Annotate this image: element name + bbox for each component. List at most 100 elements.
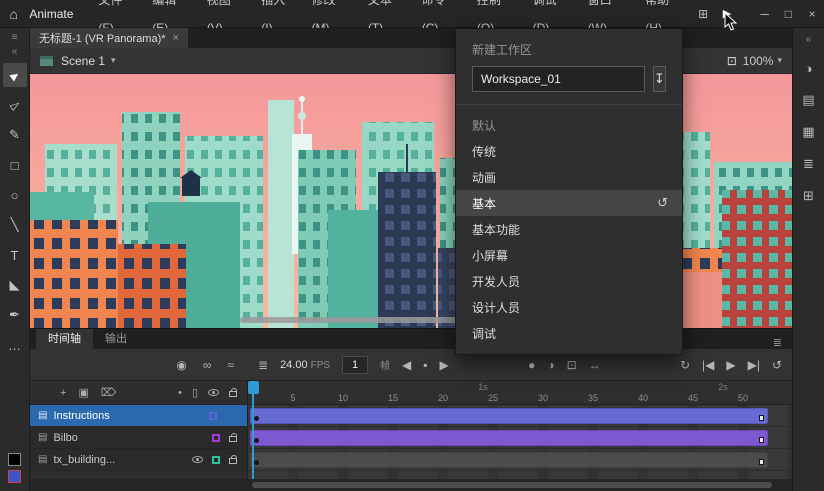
- components-panel-icon[interactable]: ⊞: [796, 183, 822, 209]
- frame-row-bilbo[interactable]: [248, 427, 792, 449]
- workspace-item-debug[interactable]: 调试: [456, 320, 682, 346]
- history-panel-icon[interactable]: ≣: [796, 151, 822, 177]
- workspace-layout-icon[interactable]: ⊞: [691, 0, 715, 28]
- onion-skin-outline-icon[interactable]: ◑: [547, 358, 554, 372]
- timeline-ruler[interactable]: 1s 2s 5 10 15 20 25 30 35 40 45 50: [248, 381, 792, 405]
- delete-layer-button[interactable]: ⌦: [101, 386, 117, 399]
- timeline-panel-menu-icon[interactable]: ≣: [763, 336, 792, 349]
- color-panel-icon[interactable]: ◑: [796, 55, 822, 81]
- zoom-select[interactable]: 100% ▾: [743, 54, 782, 68]
- minimize-button[interactable]: ─: [753, 0, 777, 28]
- layers-panel: + ▣ ⌦ • ▯ ▤ Instructions ▤ Bilbo ▤ tx_bu…: [30, 381, 248, 479]
- step-forward-button[interactable]: ▶: [440, 358, 449, 372]
- layer-type-icon: ▤: [38, 454, 48, 465]
- keyframe-icon: [254, 460, 259, 465]
- document-tab[interactable]: 无标题-1 (VR Panorama)* ×: [30, 28, 188, 48]
- scene-name[interactable]: Scene 1: [61, 54, 105, 68]
- reset-timeline-button[interactable]: ↺: [772, 358, 782, 372]
- brush-tool-icon: ✎: [9, 127, 20, 142]
- workspace-item-developer[interactable]: 开发人员: [456, 268, 682, 294]
- toolbar-collapse-icon[interactable]: «: [12, 46, 18, 60]
- selection-tool[interactable]: ►: [2, 63, 27, 87]
- frame-span[interactable]: [250, 430, 768, 446]
- pen-tool[interactable]: ✒: [3, 303, 27, 327]
- add-camera-icon[interactable]: ◉: [176, 358, 186, 372]
- layer-lock-icon[interactable]: [229, 455, 237, 464]
- tools-panel: ≡ « ► ▻ ✎ □ ○ ╲ T ◣ ✒ …: [0, 28, 30, 491]
- frames-grid[interactable]: [248, 405, 792, 479]
- workspace-item-classic[interactable]: 传统: [456, 138, 682, 164]
- timeline-horizontal-scrollbar[interactable]: [30, 479, 792, 491]
- go-to-first-frame-button[interactable]: |◀: [702, 358, 714, 372]
- camera-column-icon[interactable]: ▯: [192, 386, 198, 399]
- current-frame-field[interactable]: 1: [342, 355, 369, 374]
- align-panel-icon[interactable]: ▤: [796, 87, 822, 113]
- layer-row-bilbo[interactable]: ▤ Bilbo: [30, 427, 247, 449]
- ruler-seconds-label: 1s: [478, 382, 488, 392]
- line-tool[interactable]: ╲: [3, 213, 27, 237]
- toolbar-menu-icon[interactable]: ≡: [12, 32, 18, 46]
- workspace-item-essentials[interactable]: 基本 ↺: [456, 190, 682, 216]
- oval-tool[interactable]: ○: [3, 183, 27, 207]
- frame-row-tx-building[interactable]: [248, 449, 792, 471]
- layer-depth-icon[interactable]: ≣: [258, 358, 268, 372]
- new-layer-button[interactable]: +: [60, 387, 66, 399]
- workspace-item-designer[interactable]: 设计人员: [456, 294, 682, 320]
- text-tool[interactable]: T: [3, 243, 27, 267]
- layer-row-tx-building[interactable]: ▤ tx_building...: [30, 449, 247, 471]
- rectangle-tool[interactable]: □: [3, 153, 27, 177]
- edit-multiple-frames-icon[interactable]: ⊡: [567, 358, 577, 372]
- go-to-last-frame-button[interactable]: ▶|: [748, 358, 760, 372]
- workspace-item-animation[interactable]: 动画: [456, 164, 682, 190]
- fps-control[interactable]: 24.00 FPS: [280, 359, 330, 371]
- workspace-item-small-screen[interactable]: 小屏幕: [456, 242, 682, 268]
- ruler-number: 40: [637, 393, 649, 403]
- workspace-item-basic-functions[interactable]: 基本功能: [456, 216, 682, 242]
- graph-editor-icon[interactable]: ≈: [227, 358, 234, 372]
- show-parenting-icon[interactable]: ∞: [203, 358, 212, 372]
- save-workspace-button[interactable]: ↧: [653, 66, 666, 92]
- scrollbar-thumb[interactable]: [252, 482, 772, 488]
- reset-workspace-icon[interactable]: ↺: [657, 195, 668, 211]
- frame-span[interactable]: [250, 408, 768, 424]
- scene-caret-icon[interactable]: ▾: [111, 55, 116, 66]
- step-back-button[interactable]: ◀: [402, 358, 411, 372]
- tab-timeline[interactable]: 时间轴: [36, 329, 93, 349]
- fill-color-swatch[interactable]: [8, 470, 21, 483]
- more-tools-button[interactable]: …: [3, 333, 27, 357]
- tab-output[interactable]: 输出: [93, 329, 139, 349]
- new-folder-button[interactable]: ▣: [78, 386, 88, 399]
- paint-bucket-tool[interactable]: ◣: [3, 273, 27, 297]
- frame-span[interactable]: [250, 452, 768, 468]
- subselection-tool[interactable]: ▻: [3, 93, 27, 117]
- scene-clapperboard-icon: [40, 55, 53, 66]
- loop-playback-button[interactable]: ↻: [680, 358, 690, 372]
- loop-range-icon[interactable]: ↔: [589, 358, 601, 372]
- timeline-play-button[interactable]: ▶: [726, 358, 735, 372]
- menubar: ⌂ Animate 文件(F) 编辑(E) 视图(V) 插入(I) 修改(M) …: [0, 0, 824, 35]
- layer-visibility-eye-icon[interactable]: [192, 456, 203, 463]
- frame-row-instructions[interactable]: [248, 405, 792, 427]
- document-tab-close-icon[interactable]: ×: [173, 32, 179, 44]
- close-button[interactable]: ×: [800, 0, 824, 28]
- show-hide-all-eye-icon[interactable]: [208, 389, 219, 396]
- restore-button[interactable]: □: [777, 0, 801, 28]
- home-icon[interactable]: ⌂: [0, 6, 27, 22]
- layer-row-instructions[interactable]: ▤ Instructions: [30, 405, 247, 427]
- lock-all-icon[interactable]: [229, 388, 237, 397]
- stop-button[interactable]: ▪: [423, 358, 427, 372]
- playhead-handle[interactable]: [248, 381, 259, 394]
- frames-area[interactable]: 1s 2s 5 10 15 20 25 30 35 40 45 50: [248, 381, 792, 479]
- center-stage-icon[interactable]: ⊡: [727, 54, 737, 68]
- layer-name: tx_building...: [53, 453, 116, 466]
- stroke-color-swatch[interactable]: [8, 453, 21, 466]
- libraries-panel-icon[interactable]: ▦: [796, 119, 822, 145]
- brush-tool[interactable]: ✎: [3, 123, 27, 147]
- rail-collapse-icon[interactable]: «: [806, 34, 812, 45]
- playhead-line[interactable]: [252, 381, 254, 479]
- layer-lock-icon[interactable]: [229, 433, 237, 442]
- onion-skin-icon[interactable]: ●: [528, 358, 535, 372]
- outline-all-icon[interactable]: •: [178, 387, 182, 399]
- stage-horizontal-scrollbar[interactable]: [240, 317, 475, 323]
- workspace-name-input[interactable]: [472, 66, 645, 92]
